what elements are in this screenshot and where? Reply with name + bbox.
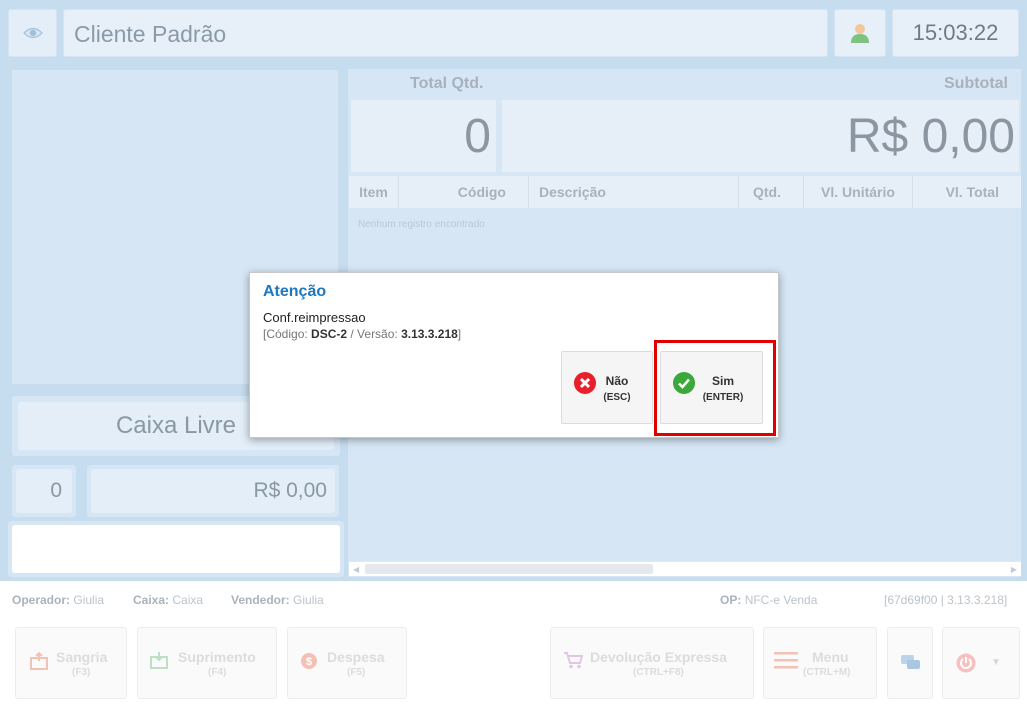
svg-text:$: $ [306, 656, 312, 668]
items-table-header: Item Código Descrição Qtd. Vl. Unitário … [349, 176, 1021, 208]
user-icon [851, 24, 869, 43]
power-button[interactable]: ▼ [942, 627, 1020, 699]
close-icon [574, 372, 596, 394]
total-qtd-value: 0 [351, 100, 496, 172]
menu-button[interactable]: Menu (CTRL+M) [763, 627, 877, 699]
column-header-item[interactable]: Item [349, 176, 399, 208]
suprimento-button[interactable]: Suprimento (F4) [137, 627, 277, 699]
barcode-input[interactable] [12, 525, 340, 573]
power-icon [956, 653, 976, 673]
column-header-vl-total[interactable]: Vl. Total [913, 176, 1021, 208]
operation-info: OP: NFC-e Venda [720, 593, 818, 607]
horizontal-scrollbar[interactable]: ◀ ▶ [349, 561, 1021, 576]
operador-info: Operador: Giulia [12, 593, 105, 607]
dialog-code-info: [Código: DSC-2 / Versão: 3.13.3.218] [263, 327, 462, 341]
subtotal-value: R$ 0,00 [502, 100, 1019, 172]
visibility-toggle-button[interactable] [8, 9, 57, 57]
status-bar: Operador: Giulia Caixa: Caixa Vendedor: … [0, 590, 1027, 610]
subtotal-label: Subtotal [944, 75, 1008, 92]
eye-icon [23, 27, 43, 39]
customer-button[interactable] [834, 9, 886, 57]
scroll-left-arrow-icon[interactable]: ◀ [353, 565, 359, 574]
clock: 15:03:22 [892, 9, 1019, 57]
empty-table-message: Nenhum registro encontrado [358, 219, 485, 230]
devolucao-expressa-button[interactable]: Devolução Expressa (CTRL+F8) [550, 627, 754, 699]
chevron-down-icon[interactable]: ▼ [991, 657, 1001, 668]
chat-button[interactable] [887, 627, 933, 699]
column-header-codigo[interactable]: Código [399, 176, 529, 208]
cash-out-icon [30, 652, 48, 670]
no-button[interactable]: Não (ESC) [561, 351, 653, 424]
column-header-qtd[interactable]: Qtd. [739, 176, 804, 208]
despesa-button[interactable]: $ Despesa (F5) [287, 627, 407, 699]
scroll-right-arrow-icon[interactable]: ▶ [1011, 565, 1017, 574]
item-value: R$ 0,00 [91, 469, 335, 513]
chat-icon [901, 655, 920, 669]
cash-in-icon [150, 652, 168, 669]
dialog-title: Atenção [263, 283, 327, 300]
vendedor-info: Vendedor: Giulia [231, 593, 324, 607]
scrollbar-thumb[interactable] [365, 564, 653, 574]
caixa-info: Caixa: Caixa [133, 593, 204, 607]
build-info: [67d69f00 | 3.13.3.218] [884, 593, 1008, 607]
client-name: Cliente Padrão [74, 21, 227, 47]
dialog-message: Conf.reimpressao [263, 310, 366, 325]
sangria-button[interactable]: Sangria (F3) [15, 627, 127, 699]
item-count: 0 [16, 469, 72, 513]
column-header-descricao[interactable]: Descrição [529, 176, 739, 208]
hamburger-menu-icon [774, 652, 798, 669]
client-field[interactable]: Cliente Padrão [63, 9, 828, 57]
column-header-vl-unitario[interactable]: Vl. Unitário [804, 176, 913, 208]
money-icon: $ [301, 653, 317, 669]
no-button-key: (ESC) [603, 392, 631, 403]
highlight-box [654, 340, 776, 436]
total-qtd-label: Total Qtd. [410, 75, 484, 92]
no-button-label: Não [605, 374, 629, 388]
cart-icon [564, 652, 583, 669]
